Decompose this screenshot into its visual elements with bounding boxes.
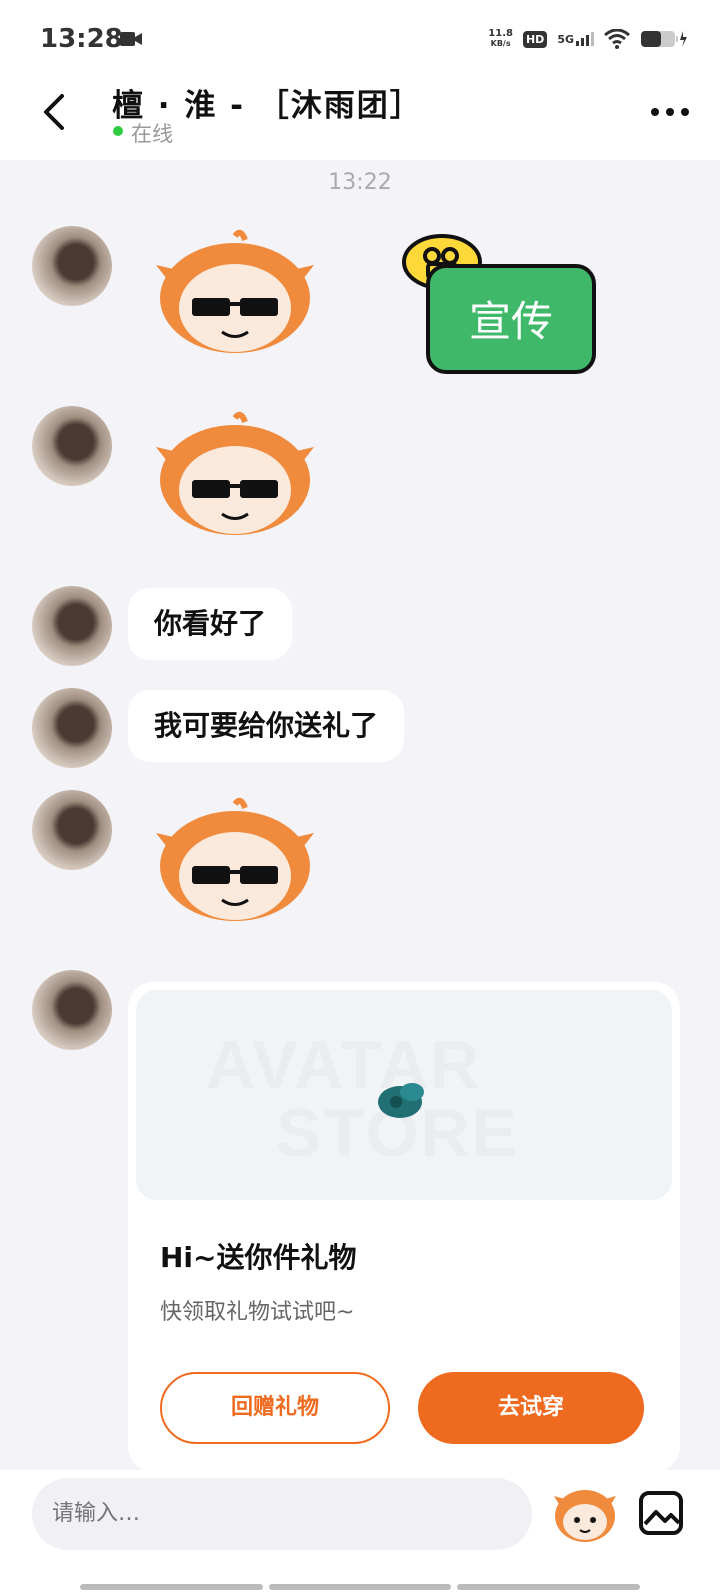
nav-segment — [268, 1584, 452, 1590]
screen-record-icon — [120, 32, 142, 46]
nav-segment — [80, 1584, 263, 1590]
gift-title: Hi~送你件礼物 — [160, 1241, 357, 1274]
cell-signal: 5G — [557, 32, 594, 46]
online-status-text: 在线 — [131, 122, 173, 146]
network-speed-value: 11.8 — [488, 28, 513, 39]
more-options-icon[interactable] — [650, 106, 690, 118]
message-bubble[interactable]: 我可要给你送礼了 — [128, 690, 405, 762]
sender-avatar[interactable] — [32, 586, 112, 666]
system-nav-bar — [80, 1584, 641, 1590]
sunglasses-mascot-sticker[interactable] — [150, 228, 320, 358]
hd-badge: HD — [522, 30, 548, 48]
sender-avatar[interactable] — [32, 406, 112, 486]
sender-avatar[interactable] — [32, 226, 112, 306]
battery-icon — [641, 31, 687, 47]
status-bar: 13:28 11.8 KB/s HD 5G — [0, 0, 720, 78]
network-speed: 11.8 KB/s — [488, 29, 513, 49]
cell-signal-label: 5G — [557, 33, 574, 46]
gift-subtitle: 快领取礼物试试吧~ — [160, 1300, 355, 1325]
promo-label: 宣传 — [469, 297, 553, 346]
sunglasses-mascot-sticker[interactable] — [150, 410, 320, 540]
wifi-icon — [604, 29, 630, 49]
online-status-dot — [113, 126, 123, 136]
sender-avatar[interactable] — [32, 688, 112, 768]
network-speed-unit: KB/s — [490, 39, 511, 48]
chat-header: 檀 · 淮 - ［沐雨团］ 在线 — [0, 78, 720, 160]
avatar-store-watermark: AVATAR — [206, 1027, 482, 1103]
gift-banner: AVATAR STORE — [136, 990, 672, 1200]
message-bubble[interactable]: 你看好了 — [128, 588, 293, 660]
signal-bars-icon — [576, 32, 594, 46]
gift-card[interactable]: AVATAR STORE Hi~送你件礼物 快领取礼物试试吧~ 回赠礼物 去试穿 — [128, 982, 680, 1472]
chat-time-divider: 13:22 — [328, 170, 392, 195]
back-arrow-icon[interactable] — [38, 92, 74, 132]
pacifier-gift-icon — [378, 1083, 424, 1118]
nav-segment — [457, 1584, 641, 1590]
mascot-emoji-icon[interactable] — [552, 1480, 618, 1546]
image-picker-icon[interactable] — [638, 1490, 684, 1536]
try-on-button[interactable]: 去试穿 — [418, 1372, 644, 1444]
status-time: 13:28 — [40, 24, 123, 54]
sender-avatar[interactable] — [32, 790, 112, 870]
sender-avatar[interactable] — [32, 970, 112, 1050]
composer-bar — [0, 1470, 720, 1592]
message-input[interactable] — [32, 1478, 532, 1550]
return-gift-button[interactable]: 回赠礼物 — [160, 1372, 390, 1444]
sunglasses-mascot-sticker[interactable] — [150, 796, 320, 926]
promo-sticker[interactable]: 宣传 — [400, 232, 600, 377]
